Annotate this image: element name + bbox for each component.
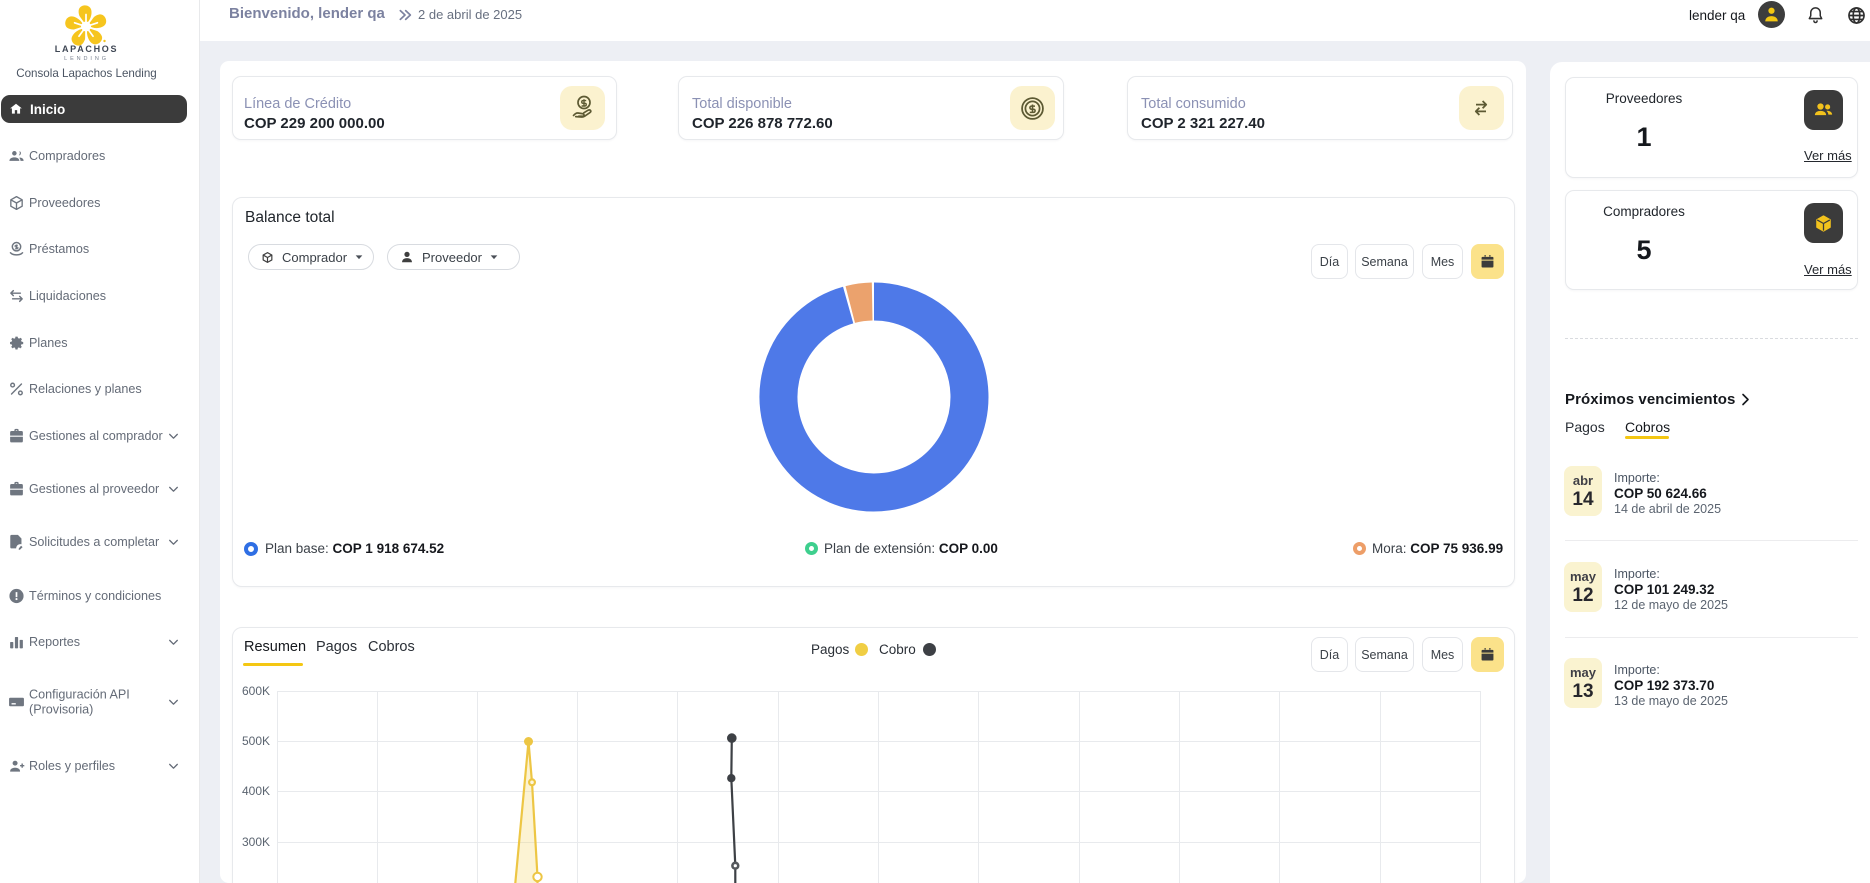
svg-text:500K: 500K bbox=[242, 734, 270, 748]
svg-text:300K: 300K bbox=[242, 835, 270, 849]
svg-text:600K: 600K bbox=[242, 684, 270, 698]
svg-text:400K: 400K bbox=[242, 784, 270, 798]
